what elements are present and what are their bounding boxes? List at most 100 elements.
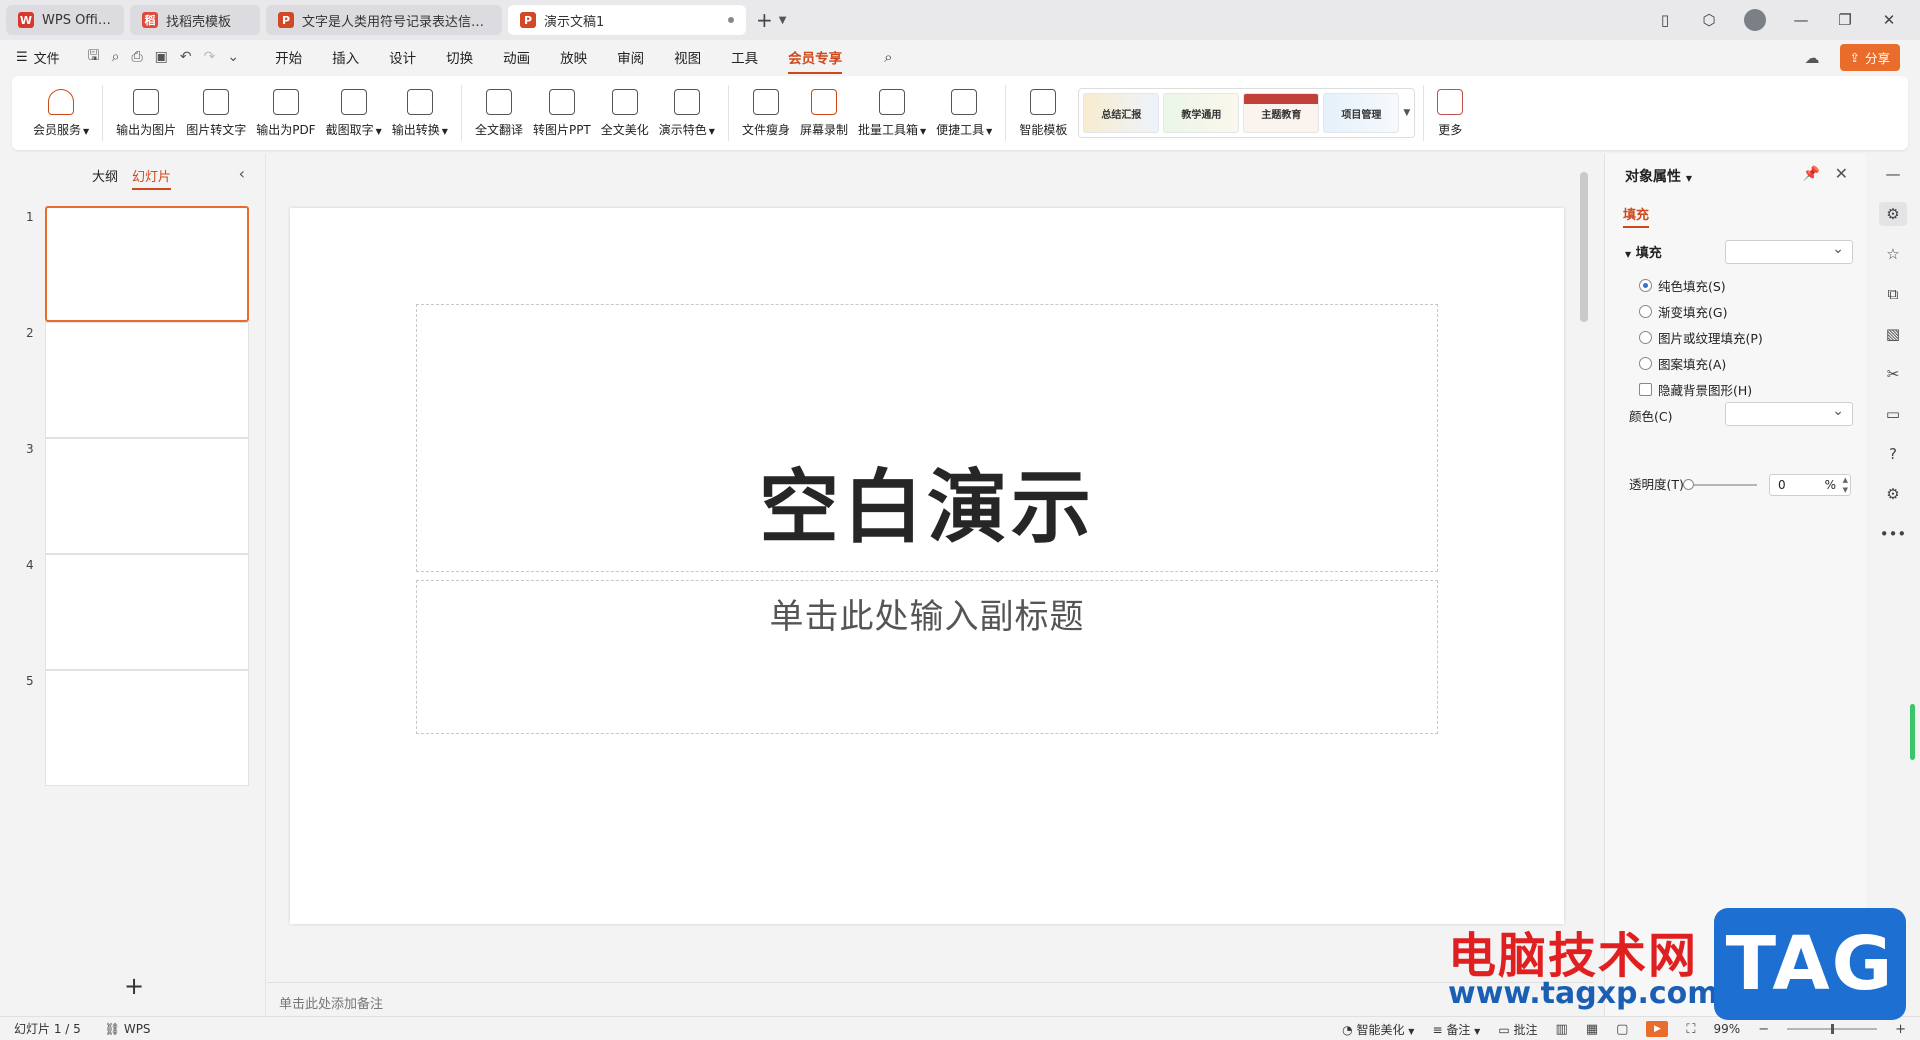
restore-icon[interactable]: ❐ xyxy=(1836,11,1854,29)
wps-brand[interactable]: ⛓ WPS xyxy=(105,1022,151,1036)
vertical-scrollbar[interactable] xyxy=(1580,172,1588,322)
slide-thumbnail[interactable] xyxy=(45,670,249,786)
menu-home[interactable]: 开始 xyxy=(275,47,302,67)
fill-type-dropdown[interactable] xyxy=(1725,240,1853,264)
export-image-button[interactable]: 输出为图片 xyxy=(111,81,181,145)
tab-wps-office[interactable]: W WPS Office xyxy=(6,5,124,35)
checkbox-hide-background[interactable]: 隐藏背景图形(H) xyxy=(1639,380,1752,399)
redo-icon[interactable]: ↷ xyxy=(204,49,216,65)
tab-outline[interactable]: 大纲 xyxy=(92,166,118,185)
save-icon[interactable]: 🖫 xyxy=(88,45,100,69)
cloud-icon[interactable]: ☁ xyxy=(1805,49,1820,67)
new-tab-plus-icon[interactable]: + xyxy=(756,8,773,32)
handy-tools-button[interactable]: 便捷工具 ▼ xyxy=(931,81,997,145)
normal-view-icon[interactable]: ▥ xyxy=(1556,1022,1568,1037)
template-summary[interactable]: 总结汇报 xyxy=(1083,93,1160,133)
avatar[interactable] xyxy=(1744,9,1766,31)
menu-review[interactable]: 审阅 xyxy=(617,47,644,67)
menu-insert[interactable]: 插入 xyxy=(332,47,359,67)
menu-design[interactable]: 设计 xyxy=(389,47,416,67)
slider-knob[interactable] xyxy=(1683,479,1694,490)
image-to-text-button[interactable]: 图片转文字 xyxy=(181,81,251,145)
menu-transitions[interactable]: 切换 xyxy=(446,47,473,67)
close-icon[interactable]: ✕ xyxy=(1880,11,1898,29)
file-slim-button[interactable]: 文件瘦身 xyxy=(737,81,795,145)
menu-animations[interactable]: 动画 xyxy=(503,47,530,67)
notes-pane[interactable]: 单击此处添加备注 xyxy=(267,982,1594,1016)
transparency-input[interactable]: 0 % ▲ ▼ xyxy=(1769,474,1851,496)
tab-fill[interactable]: 填充 xyxy=(1623,204,1650,228)
tab-slides[interactable]: 幻灯片 xyxy=(132,166,172,190)
fit-window-icon[interactable]: ⛶ xyxy=(1686,1022,1695,1037)
zoom-knob[interactable] xyxy=(1831,1024,1835,1034)
notes-button[interactable]: ≡ 备注 ▼ xyxy=(1432,1021,1480,1038)
undo-icon[interactable]: ↶ xyxy=(180,49,192,65)
screenshot-ocr-button[interactable]: 截图取字 ▼ xyxy=(321,81,387,145)
more-button[interactable]: 更多 xyxy=(1432,81,1468,145)
zoom-slider[interactable] xyxy=(1787,1024,1878,1034)
properties-icon[interactable]: ⚙ xyxy=(1879,202,1907,226)
cube-icon[interactable]: ⬡ xyxy=(1700,11,1718,29)
export-pdf-button[interactable]: 输出为PDF xyxy=(251,81,320,145)
find-icon[interactable]: ⌕ xyxy=(112,49,120,65)
member-services-button[interactable]: 会员服务 ▼ xyxy=(28,81,94,145)
play-icon[interactable]: ▶ xyxy=(1646,1021,1669,1037)
share-button[interactable]: ⇪ 分享 xyxy=(1839,44,1900,71)
unsaved-dot-icon[interactable] xyxy=(728,17,734,23)
menu-tools[interactable]: 工具 xyxy=(731,47,758,67)
chevron-down-icon[interactable]: ⌄ xyxy=(227,49,239,65)
add-slide-plus-icon[interactable]: + xyxy=(124,972,144,1000)
help-icon[interactable]: ? xyxy=(1879,442,1907,466)
radio-gradient-fill[interactable]: 渐变填充(G) xyxy=(1639,302,1727,321)
tab-presentation-1[interactable]: P 演示文稿1 xyxy=(508,5,746,35)
presentation-features-button[interactable]: 演示特色 ▼ xyxy=(654,81,720,145)
slide-thumbnail[interactable] xyxy=(45,206,249,322)
chevron-down-icon[interactable]: ▼ xyxy=(779,15,787,26)
panel-title[interactable]: 对象属性 ▼ xyxy=(1625,166,1692,186)
beautify-all-button[interactable]: 全文美化 xyxy=(596,81,654,145)
title-placeholder[interactable]: 空白演示 xyxy=(416,304,1438,572)
screen-record-button[interactable]: 屏幕录制 xyxy=(795,81,853,145)
slide-thumbnail[interactable] xyxy=(45,438,249,554)
color-dropdown[interactable] xyxy=(1725,402,1853,426)
file-menu-button[interactable]: ☰ 文件 xyxy=(16,48,60,67)
batch-toolbox-button[interactable]: 批量工具箱 ▼ xyxy=(853,81,931,145)
reading-view-icon[interactable]: ▢ xyxy=(1616,1022,1628,1037)
subtitle-placeholder[interactable]: 单击此处输入副标题 xyxy=(416,580,1438,734)
settings-icon[interactable]: ⚙ xyxy=(1879,482,1907,506)
star-icon[interactable]: ☆ xyxy=(1879,242,1907,266)
slide-thumbnail[interactable] xyxy=(45,554,249,670)
radio-picture-fill[interactable]: 图片或纹理填充(P) xyxy=(1639,328,1763,347)
slide-thumbnail[interactable] xyxy=(45,322,249,438)
minimize-panel-icon[interactable]: — xyxy=(1879,162,1907,186)
collapse-left-icon[interactable]: ‹ xyxy=(239,164,245,183)
tab-docer-templates[interactable]: 稻 找稻壳模板 xyxy=(130,5,260,35)
radio-solid-fill[interactable]: 纯色填充(S) xyxy=(1639,276,1726,295)
gallery-expand-icon[interactable]: ▼ xyxy=(1403,108,1410,118)
tab-document[interactable]: P 文字是人类用符号记录表达信息以传之 xyxy=(266,5,502,35)
menu-member[interactable]: 会员专享 xyxy=(788,47,843,74)
zoom-level[interactable]: 99% xyxy=(1714,1022,1741,1036)
layout-icon[interactable]: ▯ xyxy=(1656,11,1674,29)
print-preview-icon[interactable]: ▣ xyxy=(155,49,168,65)
template-teaching[interactable]: 教学通用 xyxy=(1163,93,1240,133)
template-project[interactable]: 项目管理 xyxy=(1323,93,1400,133)
to-image-ppt-button[interactable]: 转图片PPT xyxy=(528,81,596,145)
full-translate-button[interactable]: 全文翻译 xyxy=(470,81,528,145)
menu-slideshow[interactable]: 放映 xyxy=(560,47,587,67)
smart-beautify-button[interactable]: ◔ 智能美化 ▼ xyxy=(1342,1021,1414,1038)
zoom-out-icon[interactable]: − xyxy=(1758,1022,1769,1037)
copy-icon[interactable]: ⧉ xyxy=(1879,282,1907,306)
image-icon[interactable]: ▧ xyxy=(1879,322,1907,346)
export-convert-button[interactable]: 输出转换 ▼ xyxy=(387,81,453,145)
minimize-icon[interactable]: — xyxy=(1792,11,1810,29)
transparency-slider[interactable] xyxy=(1683,479,1757,490)
smart-template-button[interactable]: 智能模板 xyxy=(1014,81,1072,145)
comments-button[interactable]: ▭ 批注 xyxy=(1498,1021,1537,1038)
close-icon[interactable]: ✕ xyxy=(1835,164,1848,183)
menu-view[interactable]: 视图 xyxy=(674,47,701,67)
tools-icon[interactable]: ✂ xyxy=(1879,362,1907,386)
radio-pattern-fill[interactable]: 图案填充(A) xyxy=(1639,354,1726,373)
print-icon[interactable]: ⎙ xyxy=(131,49,142,65)
more-icon[interactable]: ••• xyxy=(1879,522,1907,546)
